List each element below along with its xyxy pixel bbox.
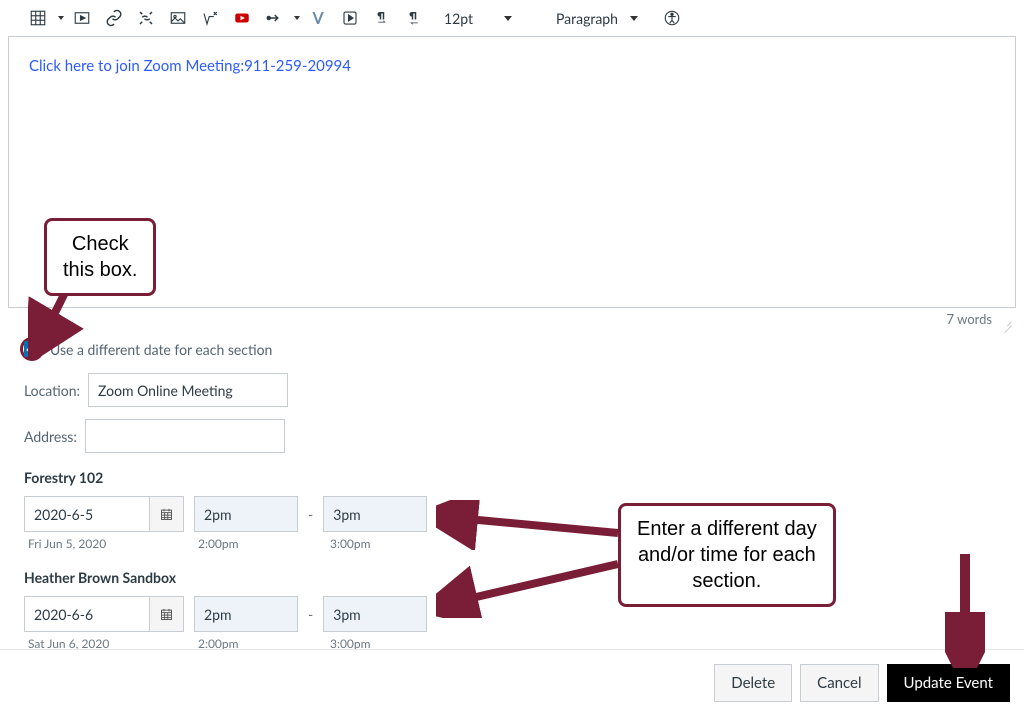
image-icon[interactable] xyxy=(164,4,192,32)
cancel-button[interactable]: Cancel xyxy=(800,664,878,702)
external-tool-icon[interactable] xyxy=(260,4,288,32)
section-1-date-wrap xyxy=(24,496,184,532)
font-size-label: 12pt xyxy=(444,10,473,27)
callout-enter-times: Enter a different day and/or time for ea… xyxy=(618,503,836,607)
resize-handle-icon[interactable] xyxy=(998,312,1012,326)
table-icon[interactable] xyxy=(24,4,52,32)
section-1-title: Forestry 102 xyxy=(24,469,1000,486)
section-2-end-input[interactable] xyxy=(323,596,427,632)
editor-footer: 7 words xyxy=(0,308,1024,333)
media-icon[interactable] xyxy=(68,4,96,32)
ltr-icon[interactable] xyxy=(368,4,396,32)
section-1-end-input[interactable] xyxy=(323,496,427,532)
unlink-icon[interactable] xyxy=(132,4,160,32)
section-1-date-input[interactable] xyxy=(25,497,149,531)
section-2-date-wrap xyxy=(24,596,184,632)
block-style-label: Paragraph xyxy=(556,10,618,27)
section-1-end-display: 3:00pm xyxy=(326,536,430,551)
table-dropdown[interactable] xyxy=(56,4,64,32)
location-row: Location: xyxy=(0,367,1024,413)
section-1-start-display: 2:00pm xyxy=(194,536,298,551)
calendar-icon[interactable] xyxy=(149,597,183,631)
section-1-date-display: Fri Jun 5, 2020 xyxy=(24,536,184,551)
location-label: Location: xyxy=(24,382,80,399)
section-2-start-input[interactable] xyxy=(194,596,298,632)
different-dates-row: Use a different date for each section xyxy=(0,333,1024,367)
footer: Delete Cancel Update Event xyxy=(0,649,1024,702)
accessibility-icon[interactable] xyxy=(658,4,686,32)
section-2-date-input[interactable] xyxy=(25,597,149,631)
delete-button[interactable]: Delete xyxy=(714,664,792,702)
address-label: Address: xyxy=(24,428,77,445)
address-input[interactable] xyxy=(85,419,285,453)
address-row: Address: xyxy=(0,413,1024,459)
zoom-link[interactable]: Click here to join Zoom Meeting:911-259-… xyxy=(29,57,351,75)
v-icon[interactable]: V xyxy=(304,4,332,32)
font-size-select[interactable]: 12pt xyxy=(438,8,518,29)
time-dash: - xyxy=(308,606,313,623)
arrow-times-1 xyxy=(436,500,626,550)
youtube-icon[interactable] xyxy=(228,4,256,32)
rce-toolbar: V 12pt Paragraph xyxy=(0,0,1024,36)
equation-icon[interactable] xyxy=(196,4,224,32)
editor-content[interactable]: Click here to join Zoom Meeting:911-259-… xyxy=(29,57,995,75)
arrow-update xyxy=(945,548,985,668)
rce-editor[interactable]: Click here to join Zoom Meeting:911-259-… xyxy=(8,36,1016,308)
word-count: 7 words xyxy=(947,311,992,327)
callout-check-box: Check this box. xyxy=(44,218,156,296)
rtl-icon[interactable] xyxy=(400,4,428,32)
location-input[interactable] xyxy=(88,373,288,407)
arrow-times-2 xyxy=(436,558,626,618)
block-style-select[interactable]: Paragraph xyxy=(550,8,644,29)
update-event-button[interactable]: Update Event xyxy=(887,664,1010,702)
external-dropdown[interactable] xyxy=(292,4,300,32)
section-1-start-input[interactable] xyxy=(194,496,298,532)
play-icon[interactable] xyxy=(336,4,364,32)
time-dash: - xyxy=(308,506,313,523)
link-icon[interactable] xyxy=(100,4,128,32)
calendar-icon[interactable] xyxy=(149,497,183,531)
